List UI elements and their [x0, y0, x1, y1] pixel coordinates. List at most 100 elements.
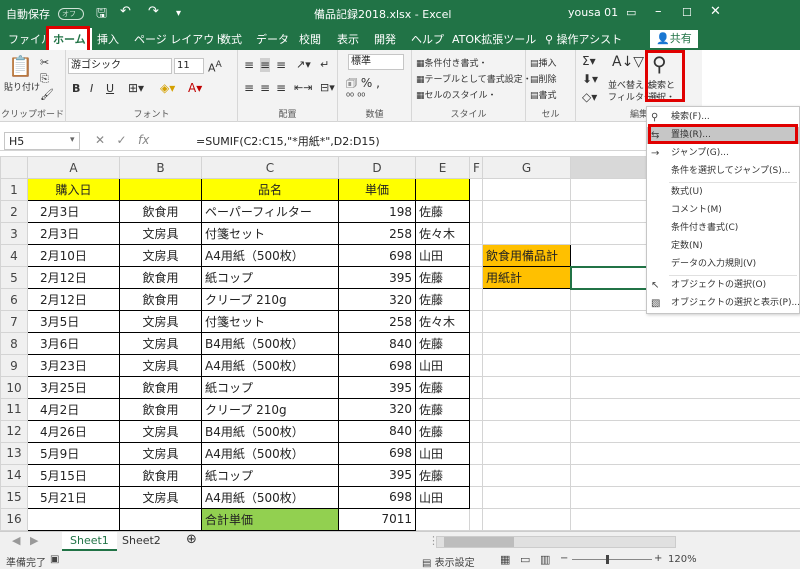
- column-header[interactable]: D: [338, 155, 416, 180]
- cell[interactable]: 単価: [338, 178, 416, 202]
- column-header[interactable]: G: [482, 155, 571, 180]
- menu-item-goto-special[interactable]: 条件を選択してジャンプ(S)...: [647, 163, 799, 180]
- share-button[interactable]: 👤共有: [650, 30, 698, 48]
- cell[interactable]: 文房具: [119, 441, 202, 465]
- row-header[interactable]: 7: [0, 310, 28, 334]
- undo-icon[interactable]: ↶: [120, 4, 131, 19]
- row-header[interactable]: 6: [0, 288, 28, 312]
- cell[interactable]: [482, 178, 571, 202]
- cell[interactable]: 山田: [415, 354, 470, 378]
- number-format-select[interactable]: 標準: [348, 54, 404, 70]
- cell[interactable]: 4月2日: [27, 397, 120, 421]
- tab-insert[interactable]: 挿入: [97, 31, 119, 47]
- cell[interactable]: 2月3日: [27, 222, 120, 246]
- cell[interactable]: クリープ 210g: [201, 288, 339, 312]
- cell[interactable]: 3月23日: [27, 354, 120, 378]
- menu-item-find[interactable]: ⚲ 検索(F)...: [647, 109, 799, 126]
- menu-item-comments[interactable]: コメント(M): [647, 202, 799, 219]
- indent-icon[interactable]: ⇤⇥: [294, 81, 312, 94]
- macro-record-icon[interactable]: ▣: [50, 554, 59, 565]
- cell[interactable]: 320: [338, 397, 416, 421]
- tab-formulas[interactable]: 数式: [220, 31, 242, 47]
- cell[interactable]: [469, 441, 483, 465]
- sort-filter-icon[interactable]: A↓▽: [612, 54, 644, 70]
- cell[interactable]: 840: [338, 419, 416, 443]
- align-left-icon[interactable]: ≡: [244, 81, 254, 95]
- cell[interactable]: 山田: [415, 244, 470, 268]
- cell[interactable]: [570, 507, 800, 532]
- align-middle-icon[interactable]: ≡: [260, 58, 271, 72]
- cell[interactable]: 佐藤: [415, 332, 470, 356]
- cell[interactable]: 2月10日: [27, 244, 120, 268]
- column-header[interactable]: B: [119, 155, 202, 180]
- row-header[interactable]: 3: [0, 222, 28, 246]
- cell[interactable]: 佐藤: [415, 376, 470, 399]
- find-select-label-2[interactable]: 選択・: [648, 90, 675, 103]
- cell[interactable]: 紙コップ: [201, 463, 339, 487]
- cell[interactable]: [482, 463, 571, 487]
- cell[interactable]: [482, 441, 571, 465]
- cell[interactable]: 5月15日: [27, 463, 120, 487]
- font-color-icon[interactable]: A▾: [188, 81, 202, 95]
- row-header[interactable]: 11: [0, 397, 28, 421]
- cell[interactable]: [570, 419, 800, 443]
- menu-item-select-objects[interactable]: ↖ オブジェクトの選択(O): [647, 277, 799, 294]
- cell[interactable]: [482, 397, 571, 421]
- menu-item-selection-pane[interactable]: ▧ オブジェクトの選択と表示(P)...: [647, 295, 800, 312]
- zoom-out-icon[interactable]: −: [560, 553, 568, 564]
- enter-icon[interactable]: ✓: [117, 133, 127, 147]
- save-icon[interactable]: 🖫: [96, 4, 107, 26]
- cell[interactable]: 飲食用: [119, 288, 202, 312]
- name-box-dropdown-icon[interactable]: ▾: [70, 135, 75, 145]
- autosave-toggle[interactable]: オフ: [58, 8, 84, 20]
- cell[interactable]: 2月12日: [27, 266, 120, 290]
- format-as-table-button[interactable]: ▦テーブルとして書式設定・: [416, 72, 532, 85]
- cell[interactable]: [469, 507, 483, 532]
- cell[interactable]: [570, 485, 800, 509]
- borders-icon[interactable]: ⊞▾: [128, 81, 144, 95]
- formula-input[interactable]: =SUMIF(C2:C15,"*用紙*",D2:D15): [196, 133, 380, 149]
- cell[interactable]: [482, 200, 571, 224]
- cell[interactable]: 395: [338, 376, 416, 399]
- cell[interactable]: [482, 419, 571, 443]
- row-header[interactable]: 12: [0, 419, 28, 443]
- tell-me-search[interactable]: ⚲ 操作アシスト: [545, 31, 622, 47]
- font-name-select[interactable]: 游ゴシック: [68, 58, 172, 74]
- align-right-icon[interactable]: ≡: [276, 81, 286, 95]
- cell[interactable]: [469, 463, 483, 487]
- row-header[interactable]: 16: [0, 507, 28, 532]
- cell[interactable]: [469, 222, 483, 246]
- cell[interactable]: 文房具: [119, 244, 202, 268]
- ribbon-options-icon[interactable]: ▭: [626, 6, 636, 19]
- row-header[interactable]: 13: [0, 441, 28, 465]
- cell[interactable]: [482, 332, 571, 356]
- select-all-corner[interactable]: [0, 155, 28, 180]
- cell[interactable]: [469, 310, 483, 334]
- total-label-cell[interactable]: 合計単価: [201, 507, 339, 532]
- cell[interactable]: 佐藤: [415, 397, 470, 421]
- grow-font-icon[interactable]: AA: [208, 59, 222, 75]
- cell[interactable]: [469, 397, 483, 421]
- cell[interactable]: 飲食用: [119, 376, 202, 399]
- cell[interactable]: [570, 332, 800, 356]
- page-layout-view-icon[interactable]: ▭: [520, 553, 530, 566]
- customize-qat-icon[interactable]: ▾: [176, 8, 181, 19]
- cell[interactable]: [482, 485, 571, 509]
- cell[interactable]: [469, 485, 483, 509]
- fill-icon[interactable]: ⬇▾: [582, 72, 598, 86]
- row-header[interactable]: 5: [0, 266, 28, 290]
- font-size-select[interactable]: 11: [174, 58, 204, 74]
- cell[interactable]: [570, 397, 800, 421]
- row-header[interactable]: 14: [0, 463, 28, 487]
- copy-icon[interactable]: ⎘: [40, 72, 49, 86]
- cell[interactable]: 飲食用: [119, 463, 202, 487]
- cell[interactable]: 付箋セット: [201, 222, 339, 246]
- cell[interactable]: 佐藤: [415, 266, 470, 290]
- format-painter-icon[interactable]: 🖌: [40, 88, 54, 101]
- tab-view[interactable]: 表示: [337, 31, 359, 47]
- horizontal-scroll-thumb[interactable]: [444, 537, 514, 547]
- cell[interactable]: [469, 200, 483, 224]
- cell[interactable]: 飲食用: [119, 397, 202, 421]
- row-header[interactable]: 8: [0, 332, 28, 356]
- row-header[interactable]: 15: [0, 485, 28, 509]
